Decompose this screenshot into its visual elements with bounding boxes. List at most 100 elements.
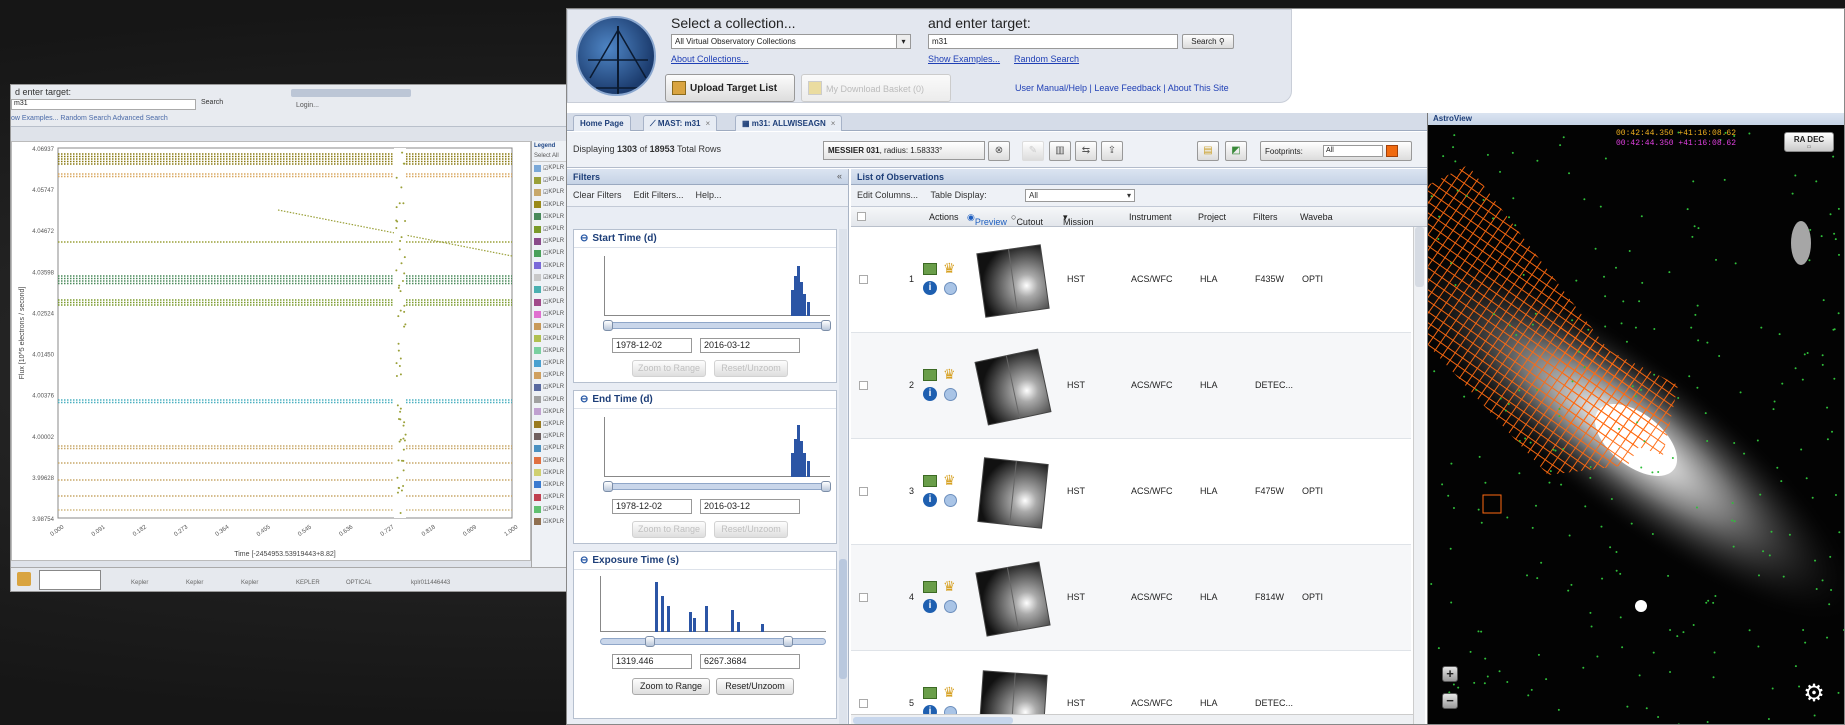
legend-item[interactable]: ☑ KPLR bbox=[532, 235, 570, 247]
end-time-max-input[interactable]: 2016-03-12 bbox=[700, 499, 800, 514]
info-icon[interactable]: i bbox=[923, 281, 937, 295]
reset-unzoom-button[interactable]: Reset/Unzoom bbox=[716, 678, 794, 695]
start-time-max-input[interactable]: 2016-03-12 bbox=[700, 338, 800, 353]
column-header-project[interactable]: Project bbox=[1198, 212, 1226, 222]
select-all-checkbox[interactable] bbox=[857, 212, 866, 221]
filters-scrollbar[interactable] bbox=[839, 229, 847, 724]
reset-unzoom-button[interactable]: Reset/Unzoom bbox=[714, 360, 788, 377]
globe-icon[interactable] bbox=[944, 388, 957, 401]
legend-item[interactable]: ☑ KPLR bbox=[532, 345, 570, 357]
details-icon[interactable] bbox=[923, 687, 937, 699]
legend-item[interactable]: ☑ KPLR bbox=[532, 515, 570, 527]
preview-thumbnail[interactable] bbox=[973, 453, 1053, 533]
legend-item[interactable]: ☑ KPLR bbox=[532, 333, 570, 345]
lightcurve-plot[interactable]: 4.06937 4.05747 4.04672 4.03598 4.02524 4.014… bbox=[11, 141, 531, 561]
header-footer-links[interactable]: User Manual/Help | Leave Feedback | Abou… bbox=[1015, 83, 1229, 93]
legend-item[interactable]: ☑ KPLR bbox=[532, 442, 570, 454]
table-row[interactable]: 3 ♛ i HST ACS/WFC HLA F475W OPTI bbox=[851, 439, 1411, 545]
table-row[interactable]: 1 ♛ i HST ACS/WFC HLA F435W OPTI bbox=[851, 227, 1411, 333]
observations-vertical-scrollbar[interactable] bbox=[1413, 227, 1425, 724]
slider-min-handle[interactable] bbox=[603, 320, 613, 331]
legend-item[interactable]: ☑ KPLR bbox=[532, 430, 570, 442]
edit-filters-button[interactable]: Edit Filters... bbox=[634, 190, 684, 201]
start-time-min-input[interactable]: 1978-12-02 bbox=[612, 338, 692, 353]
legend-select-all[interactable]: Select All bbox=[532, 151, 570, 162]
close-icon[interactable]: × bbox=[831, 119, 836, 128]
collapse-icon[interactable]: ⊖ bbox=[580, 555, 588, 566]
globe-icon[interactable] bbox=[944, 600, 957, 613]
ra-dec-button[interactable]: RA DEC ▭ bbox=[1784, 132, 1834, 152]
preview-radio[interactable]: ◉ Preview bbox=[967, 212, 975, 223]
legend-item[interactable]: ☑ KPLR bbox=[532, 320, 570, 332]
legend-item[interactable]: ☑ KPLR bbox=[532, 455, 570, 467]
details-icon[interactable] bbox=[923, 263, 937, 275]
scrollbar-thumb[interactable] bbox=[853, 717, 1013, 724]
upload-target-list-button[interactable]: Upload Target List bbox=[665, 74, 795, 102]
legend-item[interactable]: ☑ KPLR bbox=[532, 162, 570, 174]
legend-item[interactable]: ☑ KPLR bbox=[532, 491, 570, 503]
edit-icon[interactable]: ✎ bbox=[1022, 141, 1044, 161]
filters-scrollbar-thumb[interactable] bbox=[839, 559, 847, 679]
row-checkbox[interactable] bbox=[859, 593, 868, 602]
tab-home-page[interactable]: Home Page bbox=[573, 115, 631, 131]
legend-item[interactable]: ☑ KPLR bbox=[532, 467, 570, 479]
legend-item[interactable]: ☑ KPLR bbox=[532, 369, 570, 381]
scrollbar-thumb[interactable] bbox=[1415, 227, 1424, 287]
collapse-icon[interactable]: ⊖ bbox=[580, 394, 588, 405]
globe-icon[interactable] bbox=[944, 282, 957, 295]
back-row-icon[interactable] bbox=[17, 572, 31, 586]
zoom-to-range-button[interactable]: Zoom to Range bbox=[632, 521, 706, 538]
zoom-to-range-button[interactable]: Zoom to Range bbox=[632, 678, 710, 695]
end-time-slider[interactable] bbox=[604, 483, 830, 490]
filter-section-header[interactable]: ⊖ End Time (d) bbox=[574, 391, 836, 409]
back-target-input[interactable]: m31 bbox=[11, 99, 196, 110]
legend-item[interactable]: ☑ KPLR bbox=[532, 418, 570, 430]
legend-item[interactable]: ☑ KPLR bbox=[532, 381, 570, 393]
sky-view-icon[interactable]: ◩ bbox=[1225, 141, 1247, 161]
legend-item[interactable]: ☑ KPLR bbox=[532, 199, 570, 211]
legend-item[interactable]: ☑ KPLR bbox=[532, 272, 570, 284]
tab-allwiseagn[interactable]: ▦ m31: ALLWISEAGN × bbox=[735, 115, 842, 131]
filter-section-header[interactable]: ⊖ Exposure Time (s) bbox=[574, 552, 836, 570]
zoom-in-button[interactable]: + bbox=[1442, 666, 1458, 682]
legend-item[interactable]: ☑ KPLR bbox=[532, 296, 570, 308]
cutout-radio[interactable]: ○ Cutout bbox=[1011, 212, 1016, 222]
legend-item[interactable]: ☑ KPLR bbox=[532, 211, 570, 223]
gear-icon[interactable]: ⚙ bbox=[1800, 680, 1828, 708]
legend-item[interactable]: ☑ KPLR bbox=[532, 260, 570, 272]
columns-icon[interactable]: ⇆ bbox=[1075, 141, 1097, 161]
row-checkbox[interactable] bbox=[859, 487, 868, 496]
table-row[interactable]: 2 ♛ i HST ACS/WFC HLA DETEC... bbox=[851, 333, 1411, 439]
legend-item[interactable]: ☑ KPLR bbox=[532, 503, 570, 515]
download-icon[interactable]: ▤ bbox=[1197, 141, 1219, 161]
slider-max-handle[interactable] bbox=[821, 320, 831, 331]
filters-help-button[interactable]: Help... bbox=[696, 190, 722, 201]
exposure-min-input[interactable]: 1319.446 bbox=[612, 654, 692, 669]
collapse-icon[interactable]: ⊖ bbox=[580, 233, 588, 244]
legend-item[interactable]: ☑ KPLR bbox=[532, 308, 570, 320]
footprint-color-swatch[interactable] bbox=[1386, 145, 1398, 157]
legend-item[interactable]: ☑ KPLR bbox=[532, 223, 570, 235]
legend-item[interactable]: ☑ KPLR bbox=[532, 186, 570, 198]
about-collections-link[interactable]: About Collections... bbox=[671, 54, 749, 64]
legend-item[interactable]: ☑ KPLR bbox=[532, 284, 570, 296]
row-checkbox[interactable] bbox=[859, 699, 868, 708]
crown-icon[interactable]: ♛ bbox=[943, 685, 959, 699]
export-icon[interactable]: ⇪ bbox=[1101, 141, 1123, 161]
details-icon[interactable] bbox=[923, 369, 937, 381]
slider-max-handle[interactable] bbox=[821, 481, 831, 492]
crown-icon[interactable]: ♛ bbox=[943, 367, 959, 381]
back-login-link[interactable]: Login... bbox=[296, 102, 319, 109]
exposure-max-input[interactable]: 6267.3684 bbox=[700, 654, 800, 669]
close-icon[interactable]: × bbox=[706, 119, 711, 128]
random-search-link[interactable]: Random Search bbox=[1014, 54, 1079, 64]
collection-select[interactable]: All Virtual Observatory Collections ▾ bbox=[671, 34, 911, 49]
info-icon[interactable]: i bbox=[923, 493, 937, 507]
preview-thumbnail[interactable] bbox=[973, 347, 1053, 427]
row-checkbox[interactable] bbox=[859, 381, 868, 390]
column-header-waveband[interactable]: Waveba bbox=[1300, 212, 1333, 222]
search-button[interactable]: Search ⚲ bbox=[1182, 34, 1234, 49]
zoom-out-button[interactable]: − bbox=[1442, 693, 1458, 709]
target-input[interactable]: m31 bbox=[928, 34, 1178, 49]
telescope-logo[interactable] bbox=[576, 16, 656, 96]
